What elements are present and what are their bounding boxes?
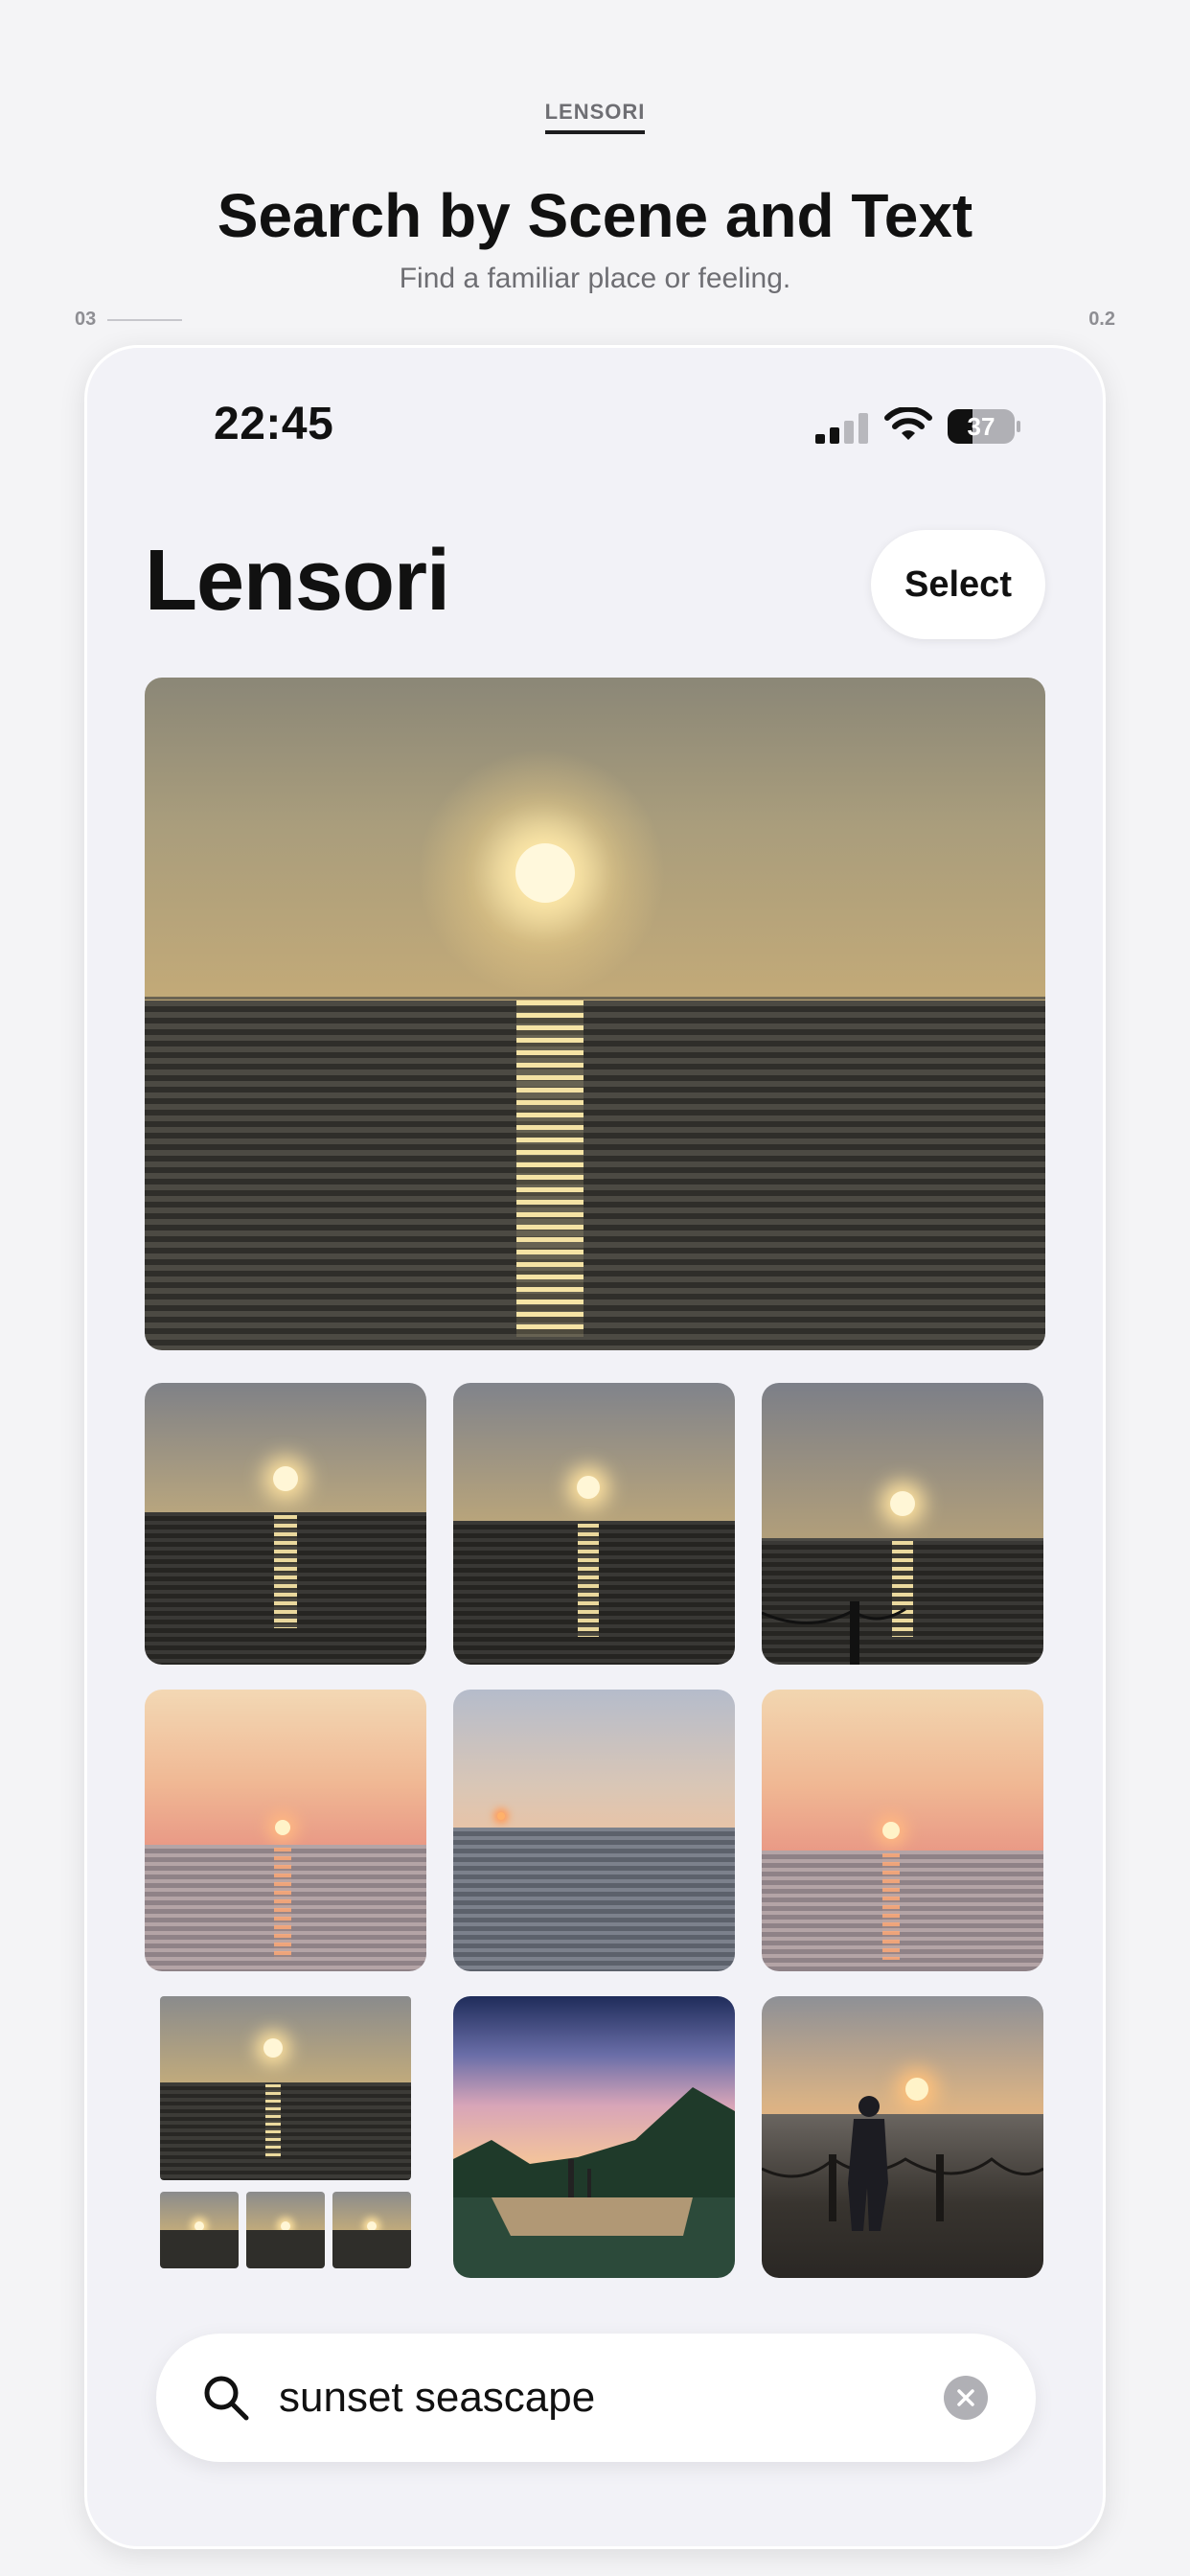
search-icon [204, 2376, 249, 2421]
photo-grid-item[interactable] [762, 1996, 1043, 2278]
select-button[interactable]: Select [871, 530, 1045, 639]
pier-railing-icon [762, 1601, 906, 1665]
photo-grid-item[interactable] [762, 1690, 1043, 1971]
step-indicator: 03 [75, 309, 183, 331]
sunset-sea-photo [160, 1996, 411, 2180]
photo-grid-item[interactable] [453, 1383, 735, 1665]
photo-burst-stack[interactable] [145, 1996, 426, 2278]
sunset-sea-photo [453, 1383, 735, 1665]
clear-search-button[interactable] [944, 2376, 988, 2420]
person-photographing-sunset-photo [762, 1996, 1043, 2278]
sunset-sea-photo [145, 1383, 426, 1665]
page-title: Search by Scene and Text [217, 181, 973, 250]
pink-sunset-sea-photo [762, 1690, 1043, 1971]
step-number: 03 [75, 309, 97, 330]
burst-thumbnail [332, 2192, 411, 2268]
version-label: 0.2 [1088, 309, 1115, 330]
cellular-signal-icon [815, 413, 868, 444]
search-input[interactable] [279, 2362, 930, 2433]
dusk-sea-photo [453, 1690, 735, 1971]
wifi-icon [884, 407, 932, 440]
search-bar [156, 2334, 1036, 2462]
person-silhouette-icon [762, 2096, 1043, 2231]
photo-grid-item[interactable] [453, 1690, 735, 1971]
pink-sunset-sea-photo [145, 1690, 426, 1971]
sunset-sea-pier-photo [762, 1383, 1043, 1665]
status-bar: 22:45 37 [87, 348, 1103, 501]
close-icon [957, 2389, 974, 2406]
photo-grid-item[interactable] [145, 1383, 426, 1665]
phone-frame: 22:45 37 Lensori Select [84, 345, 1106, 2549]
burst-thumbnail [160, 2192, 239, 2268]
battery-level: 37 [968, 412, 995, 441]
app-title: Lensori [145, 533, 450, 629]
page-subtitle: Find a familiar place or feeling. [399, 263, 791, 294]
step-line [107, 318, 183, 321]
photo-grid-item[interactable] [145, 1690, 426, 1971]
photo-grid-item[interactable] [453, 1996, 735, 2278]
photo-hero[interactable] [145, 678, 1045, 1350]
lake-reflection-photo [453, 1996, 735, 2278]
brand-text: LENSORI [544, 100, 646, 134]
mountain-icon [453, 2087, 735, 2278]
status-time: 22:45 [214, 399, 334, 449]
sunset-sea-photo [145, 678, 1045, 1350]
battery-icon: 37 [948, 409, 1020, 444]
brand-label: LENSORI [0, 100, 1190, 134]
burst-thumbnail [246, 2192, 325, 2268]
photo-grid-item[interactable] [762, 1383, 1043, 1665]
